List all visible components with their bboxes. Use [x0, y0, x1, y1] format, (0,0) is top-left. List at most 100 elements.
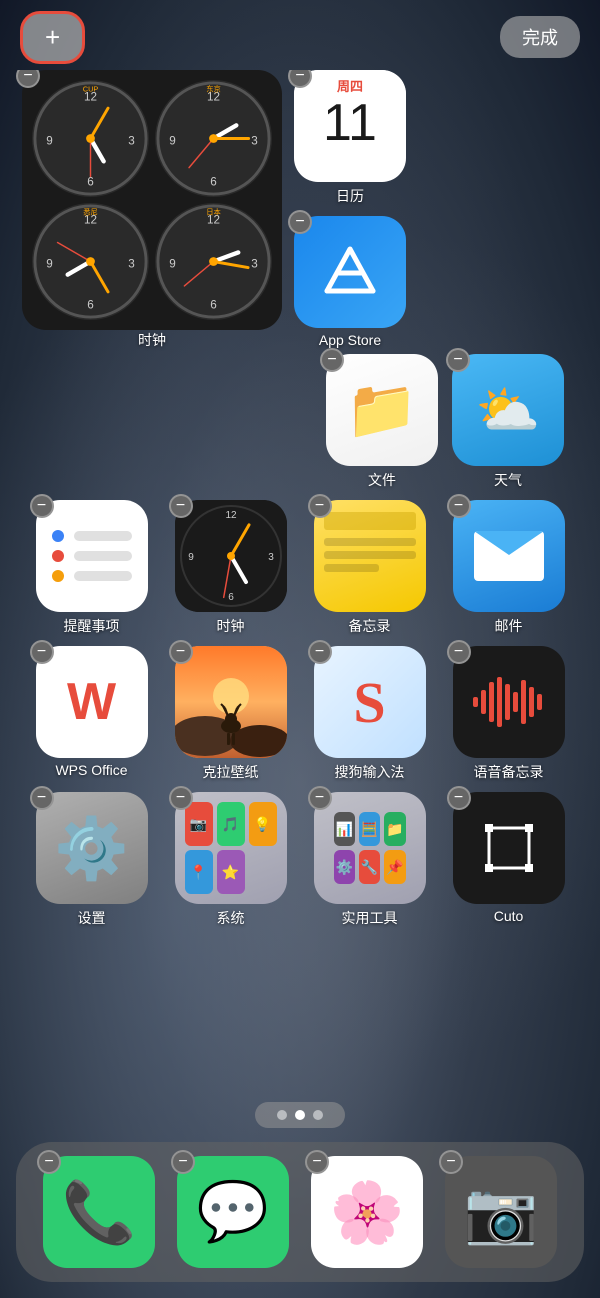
clock-face-2: 12 3 6 9 东京 — [155, 80, 272, 197]
clock-widget[interactable]: 12 3 6 9 CUP — [22, 70, 282, 330]
app-wrap-settings: − ⚙️ 设置 — [36, 792, 148, 928]
svg-text:6: 6 — [210, 175, 217, 188]
clock-face-1: 12 3 6 9 CUP — [32, 80, 149, 197]
badge-minus-settings[interactable]: − — [30, 786, 54, 810]
badge-minus-wallpaper[interactable]: − — [169, 640, 193, 664]
app-icon-sogou[interactable]: S — [314, 646, 426, 758]
app-wrap-weather: − ⛅ 天气 — [452, 354, 564, 490]
svg-text:3: 3 — [128, 134, 135, 147]
badge-minus-wps[interactable]: − — [30, 640, 54, 664]
app-label-voicememo: 语音备忘录 — [474, 762, 544, 782]
app-icon-voicememo[interactable] — [453, 646, 565, 758]
app-icon-wps[interactable]: W — [36, 646, 148, 758]
dock-item-messages: − 💬 — [177, 1156, 289, 1268]
svg-text:3: 3 — [128, 257, 135, 270]
app-wrap-clock2: − 12 3 6 9 — [175, 500, 287, 636]
widget-row-1: − 12 3 6 9 CUP — [16, 70, 584, 350]
app-wrap-files: − 📁 文件 — [326, 354, 438, 490]
app-icon-photos[interactable]: 🌸 — [311, 1156, 423, 1268]
app-wrap-utility: − 📊 🧮 📁 ⚙️ 🔧 📌 实用工具 — [314, 792, 426, 928]
badge-minus-appstore[interactable]: − — [288, 210, 312, 234]
top-bar: + 完成 — [0, 0, 600, 70]
badge-minus-clock2[interactable]: − — [169, 494, 193, 518]
app-icon-camera[interactable]: 📷 — [445, 1156, 557, 1268]
svg-text:3: 3 — [268, 552, 274, 563]
app-wrap-system: − 📷 🎵 💡 📍 ⭐ 系统 — [175, 792, 287, 928]
app-label-calendar: 日历 — [336, 186, 364, 206]
app-label-mail: 邮件 — [495, 616, 523, 636]
app-wrap-cuto: − Cuto — [453, 792, 565, 924]
app-wrap-wps: − W WPS Office — [36, 646, 148, 778]
add-widget-button[interactable]: + — [20, 11, 85, 64]
app-row-2: − 提醒事项 − 12 — [16, 500, 584, 636]
svg-text:6: 6 — [228, 592, 234, 603]
done-button[interactable]: 完成 — [500, 16, 580, 58]
app-row-3: − W WPS Office − — [16, 646, 584, 782]
app-icon-appstore[interactable] — [294, 216, 406, 328]
badge-minus-weather[interactable]: − — [446, 348, 470, 372]
calendar-day: 11 — [323, 97, 377, 149]
app-icon-messages[interactable]: 💬 — [177, 1156, 289, 1268]
app-label-utility: 实用工具 — [342, 908, 398, 928]
app-label-reminders: 提醒事项 — [64, 616, 120, 636]
clock-widget-wrap: − 12 3 6 9 CUP — [22, 70, 282, 350]
app-icon-notes[interactable] — [314, 500, 426, 612]
app-wrap-appstore: − App Store — [294, 216, 406, 348]
small-apps-col: − 周四 11 日历 − — [294, 70, 406, 348]
badge-minus-reminders[interactable]: − — [30, 494, 54, 518]
app-label-settings: 设置 — [78, 908, 106, 928]
app-icon-wallpaper[interactable] — [175, 646, 287, 758]
app-wrap-wallpaper: − — [175, 646, 287, 782]
svg-text:日本: 日本 — [206, 208, 221, 217]
app-icon-reminders[interactable] — [36, 500, 148, 612]
badge-minus-cuto[interactable]: − — [447, 786, 471, 810]
app-label-system: 系统 — [217, 908, 245, 928]
app-row-files-weather: − 📁 文件 − ⛅ 天气 — [16, 354, 584, 490]
svg-text:3: 3 — [251, 134, 258, 147]
app-icon-settings[interactable]: ⚙️ — [36, 792, 148, 904]
app-label-wps: WPS Office — [55, 762, 127, 778]
page-dot-3[interactable] — [313, 1110, 323, 1120]
app-icon-utility[interactable]: 📊 🧮 📁 ⚙️ 🔧 📌 — [314, 792, 426, 904]
app-row-4: − ⚙️ 设置 − 📷 🎵 💡 📍 ⭐ — [16, 792, 584, 928]
svg-text:CUP: CUP — [83, 85, 99, 94]
clock-face-3: 12 3 6 9 悉尼 — [32, 203, 149, 320]
page-dot-2[interactable] — [295, 1110, 305, 1120]
badge-minus-camera[interactable]: − — [439, 1150, 463, 1174]
app-wrap-voicememo: − — [453, 646, 565, 782]
app-label-files: 文件 — [368, 470, 396, 490]
clock-face-4: 12 3 6 9 日本 — [155, 203, 272, 320]
app-icon-system[interactable]: 📷 🎵 💡 📍 ⭐ — [175, 792, 287, 904]
badge-minus-photos[interactable]: − — [305, 1150, 329, 1174]
dock: − 📞 − 💬 − 🌸 — [16, 1142, 584, 1282]
svg-text:悉尼: 悉尼 — [83, 208, 98, 217]
badge-minus-system[interactable]: − — [169, 786, 193, 810]
svg-text:9: 9 — [46, 134, 53, 147]
app-wrap-notes: − 备忘录 — [314, 500, 426, 636]
app-label-wallpaper: 克拉壁纸 — [203, 762, 259, 782]
badge-minus-sogou[interactable]: − — [308, 640, 332, 664]
app-icon-files[interactable]: 📁 — [326, 354, 438, 466]
app-icon-weather[interactable]: ⛅ — [452, 354, 564, 466]
app-label-sogou: 搜狗输入法 — [335, 762, 405, 782]
app-icon-calendar[interactable]: 周四 11 — [294, 70, 406, 182]
badge-minus-utility[interactable]: − — [308, 786, 332, 810]
app-icon-clock2[interactable]: 12 3 6 9 — [175, 500, 287, 612]
app-icon-cuto[interactable] — [453, 792, 565, 904]
badge-minus-files[interactable]: − — [320, 348, 344, 372]
badge-minus-phone[interactable]: − — [37, 1150, 61, 1174]
svg-text:9: 9 — [169, 257, 176, 270]
app-label-weather: 天气 — [494, 470, 522, 490]
dock-item-phone: − 📞 — [43, 1156, 155, 1268]
app-icon-mail[interactable] — [453, 500, 565, 612]
badge-minus-voicememo[interactable]: − — [447, 640, 471, 664]
svg-text:3: 3 — [251, 257, 258, 270]
app-icon-phone[interactable]: 📞 — [43, 1156, 155, 1268]
app-label-clock2: 时钟 — [217, 616, 245, 636]
badge-minus-messages[interactable]: − — [171, 1150, 195, 1174]
svg-text:12: 12 — [225, 510, 237, 521]
badge-minus-notes[interactable]: − — [308, 494, 332, 518]
badge-minus-mail[interactable]: − — [447, 494, 471, 518]
clock-widget-label: 时钟 — [138, 330, 166, 350]
page-dot-1[interactable] — [277, 1110, 287, 1120]
